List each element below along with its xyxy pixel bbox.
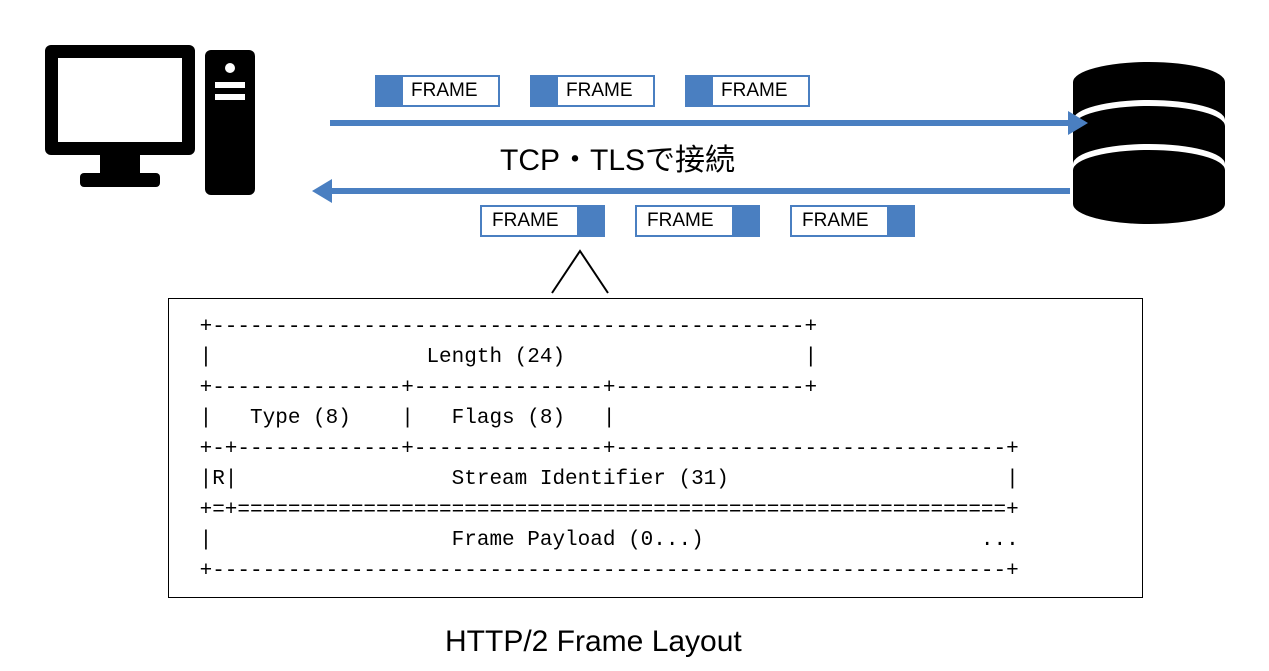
server-database-icon <box>1069 60 1229 230</box>
callout-pointer-icon <box>550 245 610 295</box>
frame-box: FRAME <box>530 75 655 107</box>
frame-layout-title: HTTP/2 Frame Layout <box>445 625 742 659</box>
frame-header-icon <box>732 205 760 237</box>
frame-box: FRAME <box>635 205 760 237</box>
frame-header-icon <box>577 205 605 237</box>
frame-header-icon <box>685 75 713 107</box>
frame-box: FRAME <box>685 75 810 107</box>
frame-label: FRAME <box>411 80 478 102</box>
frame-row-response: FRAME FRAME FRAME <box>480 205 915 237</box>
client-computer-icon <box>40 40 260 215</box>
frame-row-request: FRAME FRAME FRAME <box>375 75 810 107</box>
frame-layout-ascii: +---------------------------------------… <box>187 313 1124 587</box>
arrow-server-to-client <box>330 188 1070 194</box>
arrow-client-to-server <box>330 120 1070 126</box>
frame-label: FRAME <box>721 80 788 102</box>
frame-layout-box: +---------------------------------------… <box>168 298 1143 598</box>
frame-header-icon <box>530 75 558 107</box>
frame-label: FRAME <box>802 210 869 232</box>
frame-header-icon <box>375 75 403 107</box>
frame-label: FRAME <box>566 80 633 102</box>
frame-label: FRAME <box>492 210 559 232</box>
frame-label: FRAME <box>647 210 714 232</box>
frame-header-icon <box>887 205 915 237</box>
frame-box: FRAME <box>480 205 605 237</box>
frame-box: FRAME <box>375 75 500 107</box>
connection-label: TCP・TLSで接続 <box>500 135 735 179</box>
frame-box: FRAME <box>790 205 915 237</box>
http2-diagram: TCP・TLSで接続 FRAME FRAME FRAME FRAME FRAME… <box>20 20 1249 651</box>
